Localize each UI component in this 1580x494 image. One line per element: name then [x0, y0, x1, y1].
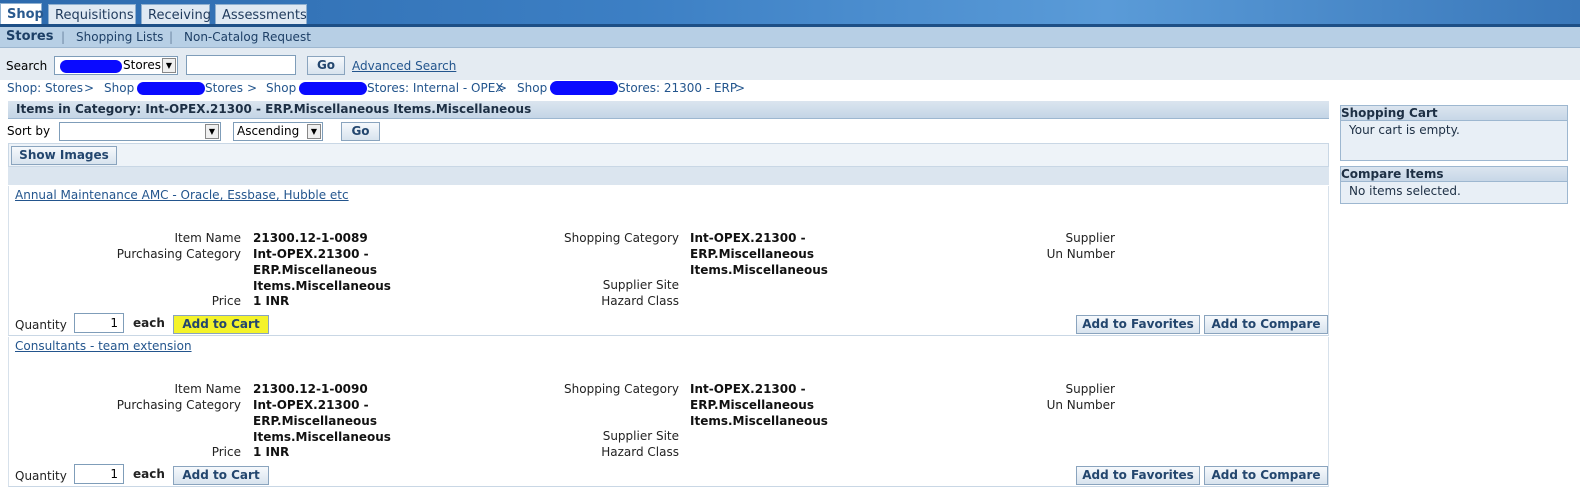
sort-go-button[interactable]: Go [341, 122, 380, 141]
supplier-site-label: Supplier Site [602, 278, 679, 292]
add-to-compare-button[interactable]: Add to Compare [1204, 315, 1328, 334]
shopping-category-label: Shopping Category [564, 382, 679, 396]
supplier-label: Supplier [1065, 231, 1115, 245]
breadcrumb-shop[interactable]: Shop [104, 81, 134, 95]
top-tab-bar: Shop Requisitions Receiving Assessments [0, 0, 1580, 27]
price-label: Price [211, 294, 241, 308]
show-images-bar: Show Images [8, 143, 1329, 167]
chevron-down-icon: ▼ [307, 124, 321, 139]
breadcrumb-separator: > [247, 81, 258, 95]
sort-order-select[interactable]: Ascending ▼ [233, 122, 323, 141]
breadcrumb-stores-21300-erp[interactable]: Stores: 21300 - ERP [618, 81, 737, 95]
item-title-link[interactable]: Annual Maintenance AMC - Oracle, Essbase… [15, 188, 349, 202]
chevron-down-icon: ▼ [162, 58, 176, 73]
compare-items-panel: Compare Items No items selected. [1340, 166, 1568, 204]
sort-by-label: Sort by [7, 124, 51, 138]
compare-items-title: Compare Items [1341, 167, 1567, 182]
breadcrumb-separator: > [497, 81, 508, 95]
item-title-link[interactable]: Consultants - team extension [15, 339, 192, 353]
item-name-value: 21300.12-1-0089 [253, 231, 368, 245]
purchasing-category-value: Int-OPEX.21300 - ERP.Miscellaneous Items… [253, 247, 391, 293]
add-to-favorites-button[interactable]: Add to Favorites [1076, 466, 1200, 485]
hazard-class-label: Hazard Class [601, 445, 679, 459]
redaction-mark [550, 81, 618, 95]
sort-field-select[interactable]: ▼ [59, 122, 221, 141]
tab-assessments[interactable]: Assessments [215, 4, 307, 26]
show-images-button[interactable]: Show Images [11, 146, 117, 165]
un-number-label: Un Number [1046, 247, 1115, 261]
breadcrumb-stores-internal-opex[interactable]: Stores: Internal - OPEX [367, 81, 504, 95]
add-to-favorites-button[interactable]: Add to Favorites [1076, 315, 1200, 334]
redaction-mark [299, 82, 367, 95]
item-name-label: Item Name [174, 231, 241, 245]
chevron-down-icon: ▼ [205, 124, 219, 139]
breadcrumb-shop[interactable]: Shop [266, 81, 296, 95]
shopping-category-value: Int-OPEX.21300 - ERP.Miscellaneous Items… [690, 231, 828, 277]
compare-items-empty-text: No items selected. [1349, 184, 1461, 198]
sort-row: Sort by ▼ Ascending ▼ Go [0, 120, 1330, 142]
unit-label: each [133, 467, 165, 481]
unit-label: each [133, 316, 165, 330]
shopping-cart-empty-text: Your cart is empty. [1349, 123, 1460, 137]
redaction-mark [60, 60, 122, 73]
quantity-label: Quantity [15, 469, 67, 483]
tab-receiving[interactable]: Receiving [141, 4, 211, 26]
supplier-label: Supplier [1065, 382, 1115, 396]
add-to-cart-button[interactable]: Add to Cart [173, 466, 269, 485]
quantity-input[interactable]: 1 [74, 313, 124, 333]
store-select-value: Stores [123, 58, 161, 72]
shopping-category-label: Shopping Category [564, 231, 679, 245]
shopping-cart-panel: Shopping Cart Your cart is empty. [1340, 105, 1568, 161]
purchasing-category-value: Int-OPEX.21300 - ERP.Miscellaneous Items… [253, 398, 391, 444]
search-go-button[interactable]: Go [307, 56, 345, 75]
search-input[interactable] [186, 55, 296, 75]
breadcrumb-separator: > [735, 81, 746, 95]
subnav-non-catalog-request[interactable]: Non-Catalog Request [184, 30, 311, 44]
subnav-separator: | [169, 30, 174, 44]
item-name-value: 21300.12-1-0090 [253, 382, 368, 396]
purchasing-category-label: Purchasing Category [116, 398, 241, 412]
redaction-mark [137, 82, 205, 95]
subnav-shopping-lists[interactable]: Shopping Lists [76, 30, 163, 44]
category-header: Items in Category: Int-OPEX.21300 - ERP.… [8, 101, 1329, 119]
supplier-site-label: Supplier Site [602, 429, 679, 443]
item-name-label: Item Name [174, 382, 241, 396]
add-to-cart-button[interactable]: Add to Cart [173, 315, 269, 334]
sort-order-value: Ascending [237, 124, 300, 138]
results-divider [8, 167, 1329, 185]
add-to-compare-button[interactable]: Add to Compare [1204, 466, 1328, 485]
shopping-category-value: Int-OPEX.21300 - ERP.Miscellaneous Items… [690, 382, 828, 428]
price-value: 1 INR [253, 445, 290, 459]
sub-navigation: Stores | Shopping Lists | Non-Catalog Re… [0, 27, 1580, 48]
price-value: 1 INR [253, 294, 290, 308]
un-number-label: Un Number [1046, 398, 1115, 412]
tab-requisitions[interactable]: Requisitions [48, 4, 136, 26]
breadcrumb-separator: > [84, 81, 95, 95]
purchasing-category-label: Purchasing Category [116, 247, 241, 261]
breadcrumb-stores[interactable]: Stores [205, 81, 243, 95]
subnav-stores[interactable]: Stores [6, 29, 53, 44]
breadcrumb-shop-stores[interactable]: Shop: Stores [7, 81, 83, 95]
item-row: Consultants - team extension Item Name 2… [8, 337, 1329, 487]
quantity-input[interactable]: 1 [74, 464, 124, 484]
shopping-cart-title: Shopping Cart [1341, 106, 1567, 121]
search-row: Search Stores ▼ Go Advanced Search [0, 48, 1580, 80]
breadcrumb-shop[interactable]: Shop [517, 81, 547, 95]
quantity-label: Quantity [15, 318, 67, 332]
advanced-search-link[interactable]: Advanced Search [352, 59, 456, 73]
item-row: Annual Maintenance AMC - Oracle, Essbase… [8, 186, 1329, 336]
price-label: Price [211, 445, 241, 459]
search-label: Search [6, 59, 48, 73]
hazard-class-label: Hazard Class [601, 294, 679, 308]
subnav-separator: | [61, 30, 66, 44]
